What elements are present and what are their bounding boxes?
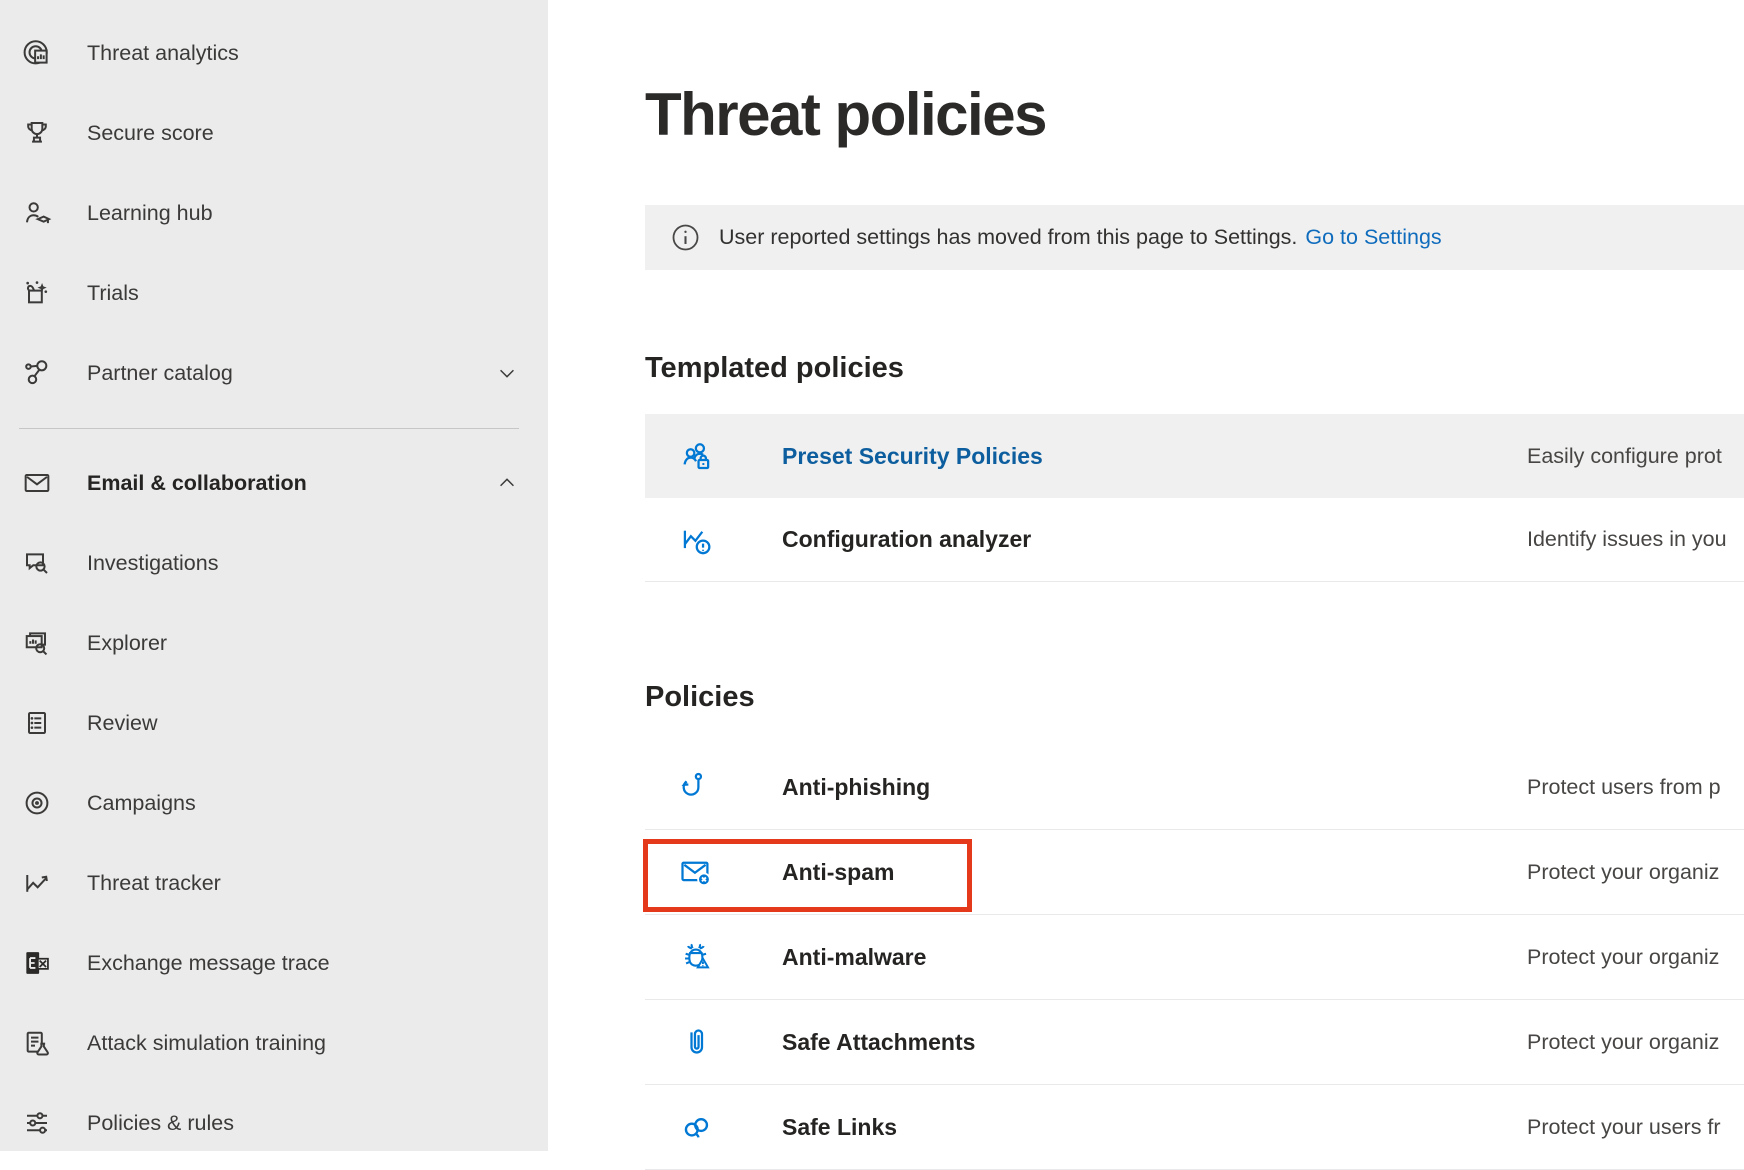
- threat-tracker-icon: [20, 866, 54, 900]
- policy-row-description: Protect your organiz: [1527, 1030, 1719, 1055]
- safe-links-icon: [678, 1109, 714, 1145]
- chevron-up-icon[interactable]: [496, 472, 518, 494]
- section-heading-templated-policies: Templated policies: [645, 352, 1744, 385]
- sidebar-item-threat-tracker[interactable]: Threat tracker: [0, 843, 548, 923]
- policy-row-description: Protect your organiz: [1527, 945, 1719, 970]
- sidebar-item-label: Campaigns: [87, 791, 196, 816]
- main-content: Threat policies User reported settings h…: [548, 0, 1744, 1151]
- sidebar-item-email-collaboration[interactable]: Email & collaboration: [0, 443, 548, 523]
- partner-catalog-icon: [20, 356, 54, 390]
- attack-simulation-icon: [20, 1026, 54, 1060]
- policies-rules-icon: [20, 1106, 54, 1140]
- campaigns-icon: [20, 786, 54, 820]
- policy-row-title[interactable]: Configuration analyzer: [782, 526, 1527, 553]
- sidebar-item-label: Threat analytics: [87, 41, 239, 66]
- sidebar-item-learning-hub[interactable]: Learning hub: [0, 173, 548, 253]
- sidebar-item-label: Investigations: [87, 551, 218, 576]
- sidebar-item-secure-score[interactable]: Secure score: [0, 93, 548, 173]
- preset-security-policies-icon: [678, 438, 714, 474]
- policy-row-title[interactable]: Safe Links: [782, 1114, 1527, 1141]
- policy-row-description: Easily configure prot: [1527, 444, 1722, 469]
- policy-row-description: Protect your users fr: [1527, 1115, 1721, 1140]
- banner-message: User reported settings has moved from th…: [719, 225, 1297, 250]
- sidebar-item-attack-simulation-training[interactable]: Attack simulation training: [0, 1003, 548, 1083]
- policy-row-title[interactable]: Safe Attachments: [782, 1029, 1527, 1056]
- anti-malware-icon: [678, 939, 714, 975]
- sidebar-item-review[interactable]: Review: [0, 683, 548, 763]
- learning-hub-icon: [20, 196, 54, 230]
- exchange-icon: [20, 946, 54, 980]
- configuration-analyzer-icon: [678, 522, 714, 558]
- policy-row-anti-malware[interactable]: Anti-malware Protect your organiz: [645, 915, 1744, 1000]
- policy-row-description: Identify issues in you: [1527, 527, 1727, 552]
- go-to-settings-link[interactable]: Go to Settings: [1305, 225, 1441, 250]
- explorer-icon: [20, 626, 54, 660]
- policy-row-anti-spam[interactable]: Anti-spam Protect your organiz: [645, 830, 1744, 915]
- policy-row-description: Protect your organiz: [1527, 860, 1719, 885]
- review-icon: [20, 706, 54, 740]
- policy-row-title[interactable]: Anti-malware: [782, 944, 1527, 971]
- sidebar-item-label: Email & collaboration: [87, 471, 307, 496]
- sidebar-item-policies-rules[interactable]: Policies & rules: [0, 1083, 548, 1151]
- sidebar-item-investigations[interactable]: Investigations: [0, 523, 548, 603]
- chevron-down-icon[interactable]: [496, 362, 518, 384]
- sidebar-item-label: Review: [87, 711, 158, 736]
- sidebar-item-label: Exchange message trace: [87, 951, 330, 976]
- threat-analytics-icon: [20, 36, 54, 70]
- sidebar-item-label: Policies & rules: [87, 1111, 234, 1136]
- sidebar-item-exchange-message-trace[interactable]: Exchange message trace: [0, 923, 548, 1003]
- trials-icon: [20, 276, 54, 310]
- email-collaboration-icon: [20, 466, 54, 500]
- sidebar-item-label: Trials: [87, 281, 139, 306]
- policy-row-configuration-analyzer[interactable]: Configuration analyzer Identify issues i…: [645, 498, 1744, 582]
- sidebar-item-label: Threat tracker: [87, 871, 221, 896]
- left-navigation-sidebar: Threat analytics Secure score Learning h…: [0, 0, 548, 1151]
- sidebar-item-partner-catalog[interactable]: Partner catalog: [0, 333, 548, 413]
- policy-row-title[interactable]: Anti-spam: [782, 859, 1527, 886]
- policy-row-safe-attachments[interactable]: Safe Attachments Protect your organiz: [645, 1000, 1744, 1085]
- safe-attachments-icon: [678, 1024, 714, 1060]
- sidebar-item-label: Partner catalog: [87, 361, 233, 386]
- policy-row-anti-phishing[interactable]: Anti-phishing Protect users from p: [645, 745, 1744, 830]
- policy-row-preset-security-policies[interactable]: Preset Security Policies Easily configur…: [645, 414, 1744, 498]
- section-heading-policies: Policies: [645, 681, 1744, 714]
- policy-row-title[interactable]: Anti-phishing: [782, 774, 1527, 801]
- info-icon: [670, 222, 701, 253]
- sidebar-item-label: Attack simulation training: [87, 1031, 326, 1056]
- page-title: Threat policies: [645, 40, 1744, 150]
- anti-spam-icon: [678, 854, 714, 890]
- sidebar-item-trials[interactable]: Trials: [0, 253, 548, 333]
- policy-row-description: Protect users from p: [1527, 775, 1721, 800]
- sidebar-item-explorer[interactable]: Explorer: [0, 603, 548, 683]
- sidebar-item-threat-analytics[interactable]: Threat analytics: [0, 13, 548, 93]
- investigations-icon: [20, 546, 54, 580]
- info-banner: User reported settings has moved from th…: [645, 205, 1744, 270]
- policy-row-title[interactable]: Preset Security Policies: [782, 443, 1527, 470]
- sidebar-item-label: Secure score: [87, 121, 214, 146]
- sidebar-item-label: Learning hub: [87, 201, 213, 226]
- sidebar-item-campaigns[interactable]: Campaigns: [0, 763, 548, 843]
- sidebar-divider: [19, 428, 519, 429]
- policy-row-safe-links[interactable]: Safe Links Protect your users fr: [645, 1085, 1744, 1170]
- sidebar-item-label: Explorer: [87, 631, 167, 656]
- anti-phishing-icon: [678, 769, 714, 805]
- secure-score-icon: [20, 116, 54, 150]
